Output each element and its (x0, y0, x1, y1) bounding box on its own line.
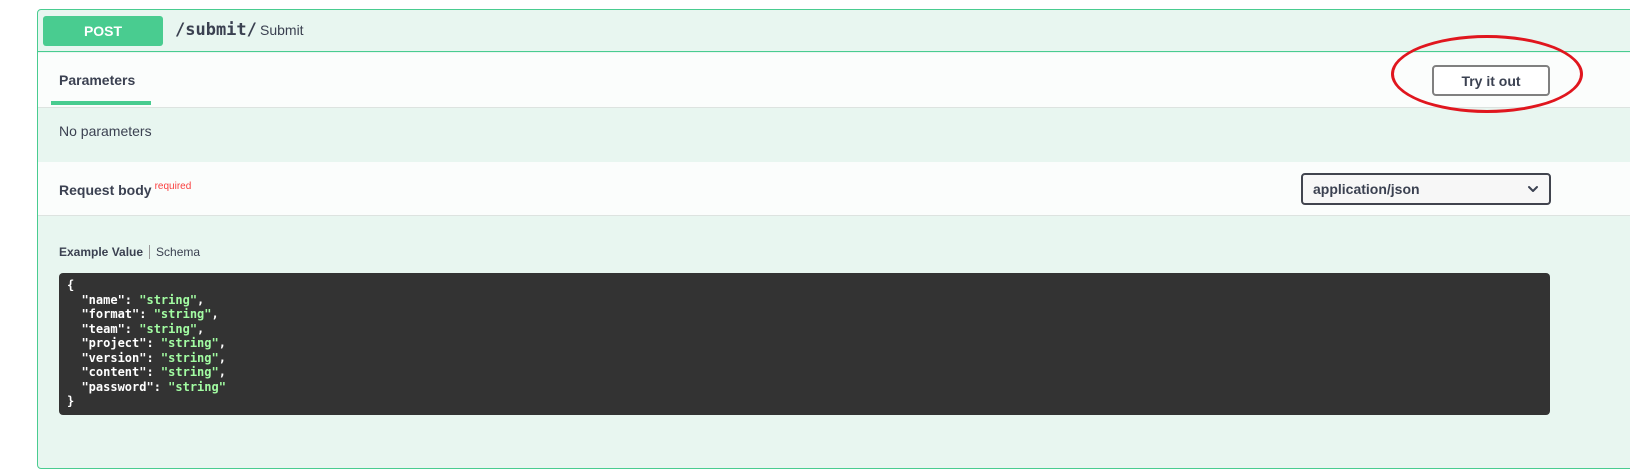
code-value: "string" (160, 365, 219, 379)
no-parameters-text: No parameters (59, 123, 152, 139)
request-body-title-text: Request body (59, 182, 152, 198)
tab-schema[interactable]: Schema (150, 245, 200, 259)
method-badge: POST (43, 16, 163, 46)
content-type-select[interactable]: application/json (1301, 173, 1551, 205)
code-line: "format": "string", (67, 307, 1542, 322)
example-tabs: Example Value Schema (59, 245, 200, 259)
code-open-brace: { (67, 278, 75, 292)
code-close-brace: } (67, 394, 75, 408)
request-body-title: Request body required (59, 181, 191, 198)
tab-example-value[interactable]: Example Value (59, 245, 151, 259)
code-separator: , (218, 336, 226, 350)
code-value: "string" (160, 336, 219, 350)
operation-summary[interactable]: POST /submit/ Submit (38, 10, 1630, 52)
code-value: "string" (160, 350, 219, 365)
code-value: "string" (153, 307, 212, 321)
code-value: "string" (139, 321, 198, 336)
content-type-value: application/json (1313, 181, 1420, 197)
code-key: "name": (67, 292, 140, 307)
code-separator: , (197, 292, 205, 307)
code-line: "content": "string", (67, 365, 1542, 380)
parameters-header: Parameters Try it out (38, 53, 1630, 108)
code-key: "team": (67, 321, 140, 336)
operation-path: /submit/ (175, 20, 257, 40)
code-separator: , (197, 321, 205, 336)
code-value: "string" (139, 292, 198, 307)
code-key: "password": (67, 379, 169, 394)
code-line: "password": "string" (67, 380, 1542, 395)
code-line: "version": "string", (67, 351, 1542, 366)
code-key: "version": (67, 350, 161, 365)
tab-active-indicator (51, 101, 151, 105)
code-key: "project": (67, 336, 161, 350)
required-marker: required (154, 181, 192, 192)
code-line: "project": "string", (67, 336, 1542, 351)
code-key: "content": (67, 365, 161, 379)
example-code-block[interactable]: { "name": "string", "format": "string", … (59, 273, 1550, 415)
chevron-down-icon (1528, 186, 1538, 192)
code-key: "format": (67, 307, 154, 321)
operation-summary-text: Submit (260, 22, 304, 38)
code-line: "name": "string", (67, 293, 1542, 308)
code-line: "team": "string", (67, 322, 1542, 337)
try-it-out-button[interactable]: Try it out (1432, 65, 1550, 96)
code-value: "string" (168, 379, 226, 394)
tab-parameters[interactable]: Parameters (59, 72, 135, 88)
operation-block: POST /submit/ Submit Parameters Try it o… (37, 9, 1630, 469)
code-separator: , (218, 365, 226, 379)
code-separator: , (211, 307, 219, 321)
request-body-header: Request body required application/json (38, 162, 1630, 216)
code-separator: , (218, 350, 226, 365)
